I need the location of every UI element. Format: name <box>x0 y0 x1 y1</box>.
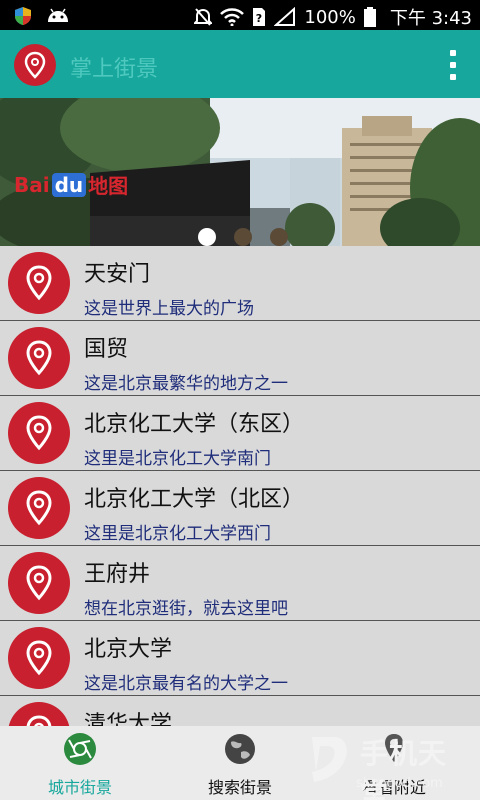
battery-icon <box>363 7 376 27</box>
list-item[interactable]: 国贸这是北京最繁华的地方之一 <box>0 321 480 396</box>
map-pin-icon <box>8 252 70 314</box>
carousel-indicator <box>198 228 288 246</box>
map-pin-icon <box>8 477 70 539</box>
app-title: 掌上街景 <box>70 57 159 82</box>
globe-icon <box>223 732 257 770</box>
place-description: 这里是北京化工大学西门 <box>84 524 271 544</box>
status-bar: ? 100% 下午 3:43 <box>0 0 480 30</box>
map-pin-icon <box>8 552 70 614</box>
place-name: 天安门 <box>84 262 151 287</box>
list-item[interactable]: 天安门这是世界上最大的广场 <box>0 246 480 321</box>
place-name: 北京化工大学（东区） <box>84 412 305 437</box>
wifi-icon <box>220 8 245 26</box>
place-name: 北京化工大学（北区） <box>84 487 305 512</box>
watermark-logo-icon <box>312 737 347 782</box>
mute-icon <box>194 7 213 27</box>
place-name: 清华大学 <box>84 712 173 726</box>
banner-carousel[interactable]: Bai du 地图 <box>0 98 480 246</box>
list-item[interactable]: 北京化工大学（北区） 这里是北京化工大学西门 <box>0 471 480 546</box>
list-item[interactable]: 北京化工大学（东区） 这里是北京化工大学南门 <box>0 396 480 471</box>
watermark: 手机天堂 sj.xpgod.com <box>304 726 474 800</box>
list-item[interactable]: 清华大学 <box>0 696 480 726</box>
battery-percent: 100% <box>304 6 356 28</box>
aperture-icon <box>63 732 97 770</box>
baidu-map-logo: Bai du 地图 <box>14 172 129 198</box>
place-description: 想在北京逛街，就去这里吧 <box>84 599 288 619</box>
overflow-menu-icon[interactable] <box>448 50 458 80</box>
app-bar: 掌上街景 <box>0 30 480 98</box>
map-pin-icon <box>8 402 70 464</box>
tab-search-street-view[interactable]: 搜索街景 <box>180 732 300 798</box>
carousel-dot-3[interactable] <box>270 228 288 246</box>
tab-label: 搜索街景 <box>207 778 272 797</box>
signal-icon <box>274 7 296 27</box>
place-name: 王府井 <box>84 562 151 587</box>
sim-card-icon: ? <box>252 7 266 27</box>
tab-label: 城市街景 <box>47 778 112 797</box>
place-name: 国贸 <box>84 337 129 362</box>
map-pin-icon <box>8 327 70 389</box>
place-description: 这是北京最繁华的地方之一 <box>84 374 288 394</box>
list-item[interactable]: 北京大学这是北京最有名的大学之一 <box>0 621 480 696</box>
svg-text:?: ? <box>256 12 262 25</box>
map-pin-icon <box>8 702 70 726</box>
carousel-dot-2[interactable] <box>234 228 252 246</box>
place-description: 这里是北京化工大学南门 <box>84 449 271 469</box>
tab-city-street-view[interactable]: 城市街景 <box>20 732 140 798</box>
list-item[interactable]: 王府井想在北京逛街，就去这里吧 <box>0 546 480 621</box>
carousel-dot-1[interactable] <box>198 228 216 246</box>
map-pin-icon <box>8 627 70 689</box>
place-name: 北京大学 <box>84 637 173 662</box>
place-list[interactable]: 天安门这是世界上最大的广场国贸这是北京最繁华的地方之一北京化工大学（东区） 这里是… <box>0 246 480 726</box>
clock: 下午 3:43 <box>389 8 472 29</box>
watermark-url: sj.xpgod.com <box>356 776 443 791</box>
map-pin-icon <box>14 44 56 86</box>
android-icon <box>46 8 70 24</box>
shield-icon <box>14 6 32 26</box>
place-description: 这是世界上最大的广场 <box>84 299 254 319</box>
place-description: 这是北京最有名的大学之一 <box>84 674 288 694</box>
